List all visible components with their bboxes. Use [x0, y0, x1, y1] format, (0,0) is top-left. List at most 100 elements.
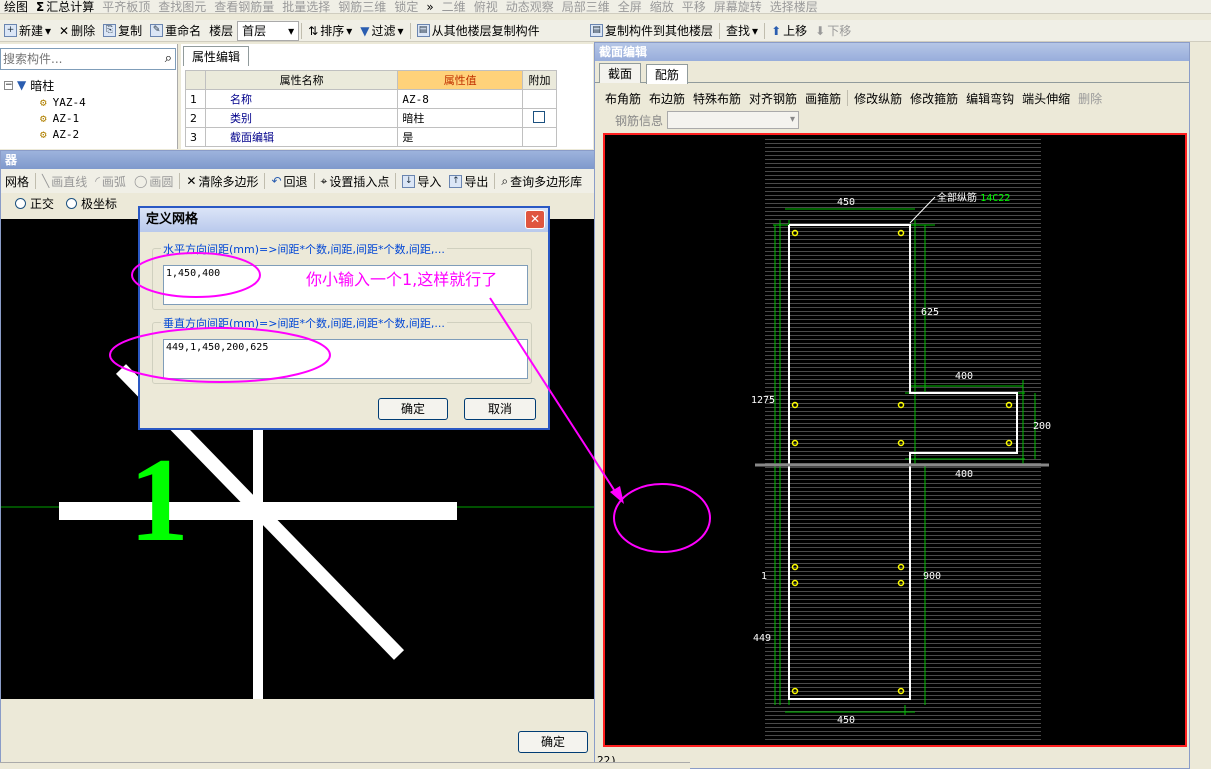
filter-button[interactable]: ▼ 过滤 ▾	[356, 21, 407, 41]
checkbox[interactable]	[532, 110, 545, 123]
divider	[409, 22, 411, 39]
sum-calc-button[interactable]: Σ 汇总计算	[32, 0, 98, 13]
set-insert-point-button[interactable]: ⌖ 设置插入点	[317, 171, 394, 191]
tree-item[interactable]: ⚙ AZ-2	[40, 126, 79, 142]
floor-label: 楼层	[209, 24, 234, 38]
dialog-ok-button[interactable]: 确定	[378, 398, 448, 420]
align-rebar-button[interactable]: 对齐钢筋	[745, 88, 801, 108]
clear-polygon-button[interactable]: ✕ 清除多边形	[182, 171, 262, 191]
close-icon[interactable]: ✕	[525, 210, 545, 229]
section-editor-window: 截面编辑 截面 配筋 布角筋 布边筋 特殊布筋 对齐钢筋 画箍筋 修改纵筋 修改…	[594, 42, 1190, 769]
align-slab-top-button[interactable]: 平齐板顶	[98, 0, 154, 13]
tree-root[interactable]: − ▼ 暗柱	[4, 77, 54, 93]
draw-circle-button[interactable]: ◯ 画圆	[130, 171, 177, 191]
search-icon: ⌕	[501, 173, 509, 188]
chevron-down-icon: ▾	[288, 23, 295, 38]
main-toolbar-1: 绘图 Σ 汇总计算 平齐板顶 查找图元 查看钢筋量 批量选择 钢筋三维 锁定 » …	[0, 0, 1211, 14]
rename-button[interactable]: ✎ 重命名	[146, 21, 205, 41]
section-canvas[interactable]: 全部纵筋 14C22 450 625 400 1275 200 400 1 90…	[603, 133, 1187, 747]
crosshair-icon: ⌖	[320, 173, 328, 188]
top-view-button[interactable]: 俯视	[470, 0, 502, 13]
find-button[interactable]: 查找 ▾	[722, 21, 762, 41]
delete-rebar-button[interactable]: 删除	[1074, 88, 1106, 108]
tree-item[interactable]: ⚙ YAZ-4	[40, 94, 86, 110]
more-chevron-icon[interactable]: »	[422, 0, 437, 13]
dim-label: 1	[761, 571, 768, 582]
big-label: 1	[129, 433, 189, 566]
draw-button[interactable]: 绘图	[0, 0, 32, 13]
corner-rebar-button[interactable]: 布角筋	[601, 88, 645, 108]
move-up-button[interactable]: ⬆ 上移	[767, 21, 811, 41]
copy-to-floor-button[interactable]: ▤ 复制构件到其他楼层	[586, 21, 717, 41]
rebar-3d-button[interactable]: 钢筋三维	[334, 0, 390, 13]
copy-from-floor-button[interactable]: ▤ 从其他楼层复制构件	[413, 21, 544, 41]
filter-icon: ▼	[17, 78, 27, 92]
orbit-button[interactable]: 动态观察	[502, 0, 558, 13]
view-2d-button[interactable]: 二维	[438, 0, 470, 13]
all-rebar-label: 全部纵筋 14C22	[937, 193, 1011, 204]
table-row[interactable]: 1 名称 AZ-8	[185, 89, 558, 109]
search-icon[interactable]: ⌕	[165, 51, 172, 66]
rebar-info-select[interactable]: ▾	[667, 111, 800, 129]
copy-button[interactable]: ⎘ 复制	[99, 21, 146, 41]
dialog-cancel-button[interactable]: 取消	[464, 398, 536, 420]
ok-button[interactable]: 确定	[518, 731, 588, 753]
edge-rebar-button[interactable]: 布边筋	[645, 88, 689, 108]
component-panel: ⌕ − ▼ 暗柱 ⚙YAZ-4 ⚙AZ-1 ⚙AZ-2	[0, 44, 178, 149]
import-button[interactable]: ↓ 导入	[398, 171, 445, 191]
delete-button[interactable]: ✕ 删除	[55, 21, 99, 41]
tab-section[interactable]: 截面	[599, 63, 642, 83]
find-element-button[interactable]: 查找图元	[154, 0, 210, 13]
radio-ortho[interactable]	[15, 197, 26, 209]
collapse-icon[interactable]: −	[4, 80, 13, 90]
search-box: ⌕	[0, 48, 176, 70]
dim-label: 400	[955, 469, 974, 480]
export-button[interactable]: ↑ 导出	[445, 171, 492, 191]
table-row[interactable]: 3 截面编辑 是	[185, 127, 558, 147]
line-icon: ╲	[42, 174, 50, 188]
copy-icon: ⎘	[103, 24, 117, 37]
divider	[719, 22, 721, 39]
rebar-info-row: 钢筋信息 ▾	[595, 109, 1189, 131]
grid-button[interactable]: 网格	[1, 171, 33, 191]
window-title: 器 ✕	[1, 151, 689, 169]
floor-select[interactable]: 首层 ▾	[237, 20, 300, 41]
define-grid-dialog: 定义网格 ✕ 水平方向间距(mm)=>间距*个数,间距,间距*个数,间距,...…	[138, 206, 550, 430]
draw-line-button[interactable]: ╲ 画直线	[38, 171, 91, 191]
draw-arc-button[interactable]: ◜ 画弧	[91, 171, 130, 191]
search-input[interactable]	[1, 49, 149, 69]
pan-button[interactable]: 平移	[678, 0, 710, 13]
v-spacing-input[interactable]: 449,1,450,200,625	[163, 339, 528, 379]
tab-rebar[interactable]: 配筋	[645, 64, 688, 84]
select-floor-button[interactable]: 选择楼层	[766, 0, 822, 13]
local-3d-button[interactable]: 局部三维	[558, 0, 614, 13]
new-button[interactable]: + 新建 ▾	[0, 21, 55, 41]
table-row[interactable]: 2 类别 暗柱	[185, 108, 558, 128]
divider	[301, 22, 303, 39]
edit-stirrup-button[interactable]: 修改箍筋	[906, 88, 962, 108]
special-rebar-button[interactable]: 特殊布筋	[689, 88, 745, 108]
view-rebar-qty-button[interactable]: 查看钢筋量	[210, 0, 278, 13]
move-down-button[interactable]: ⬇ 下移	[811, 21, 855, 41]
edit-hook-button[interactable]: 编辑弯钩	[962, 88, 1018, 108]
rebar-toolbar: 布角筋 布边筋 特殊布筋 对齐钢筋 画箍筋 修改纵筋 修改箍筋 编辑弯钩 端头伸…	[595, 87, 1189, 109]
zoom-button[interactable]: 缩放	[646, 0, 678, 13]
tree-item[interactable]: ⚙ AZ-1	[40, 110, 79, 126]
lock-button[interactable]: 锁定	[390, 0, 422, 13]
undo-button[interactable]: ↶ 回退	[267, 171, 311, 191]
filter-icon: ▼	[360, 23, 370, 38]
draw-stirrup-button[interactable]: 画箍筋	[801, 88, 845, 108]
h-spacing-label: 水平方向间距(mm)=>间距*个数,间距,间距*个数,间距,...	[161, 241, 447, 257]
rotate-button[interactable]: 屏幕旋转	[710, 0, 766, 13]
end-stretch-button[interactable]: 端头伸缩	[1018, 88, 1074, 108]
edit-long-rebar-button[interactable]: 修改纵筋	[850, 88, 906, 108]
batch-select-button[interactable]: 批量选择	[278, 0, 334, 13]
sort-button[interactable]: ⇅ 排序 ▾	[304, 21, 356, 41]
radio-polar[interactable]	[66, 197, 78, 209]
arrow-down-icon: ⬇	[815, 23, 826, 38]
tab-property-edit[interactable]: 属性编辑	[183, 46, 250, 66]
dim-label: 450	[837, 197, 856, 208]
fullscreen-button[interactable]: 全屏	[614, 0, 646, 13]
query-polygon-lib-button[interactable]: ⌕ 查询多边形库	[497, 171, 586, 191]
header-extra: 附加	[521, 70, 558, 90]
